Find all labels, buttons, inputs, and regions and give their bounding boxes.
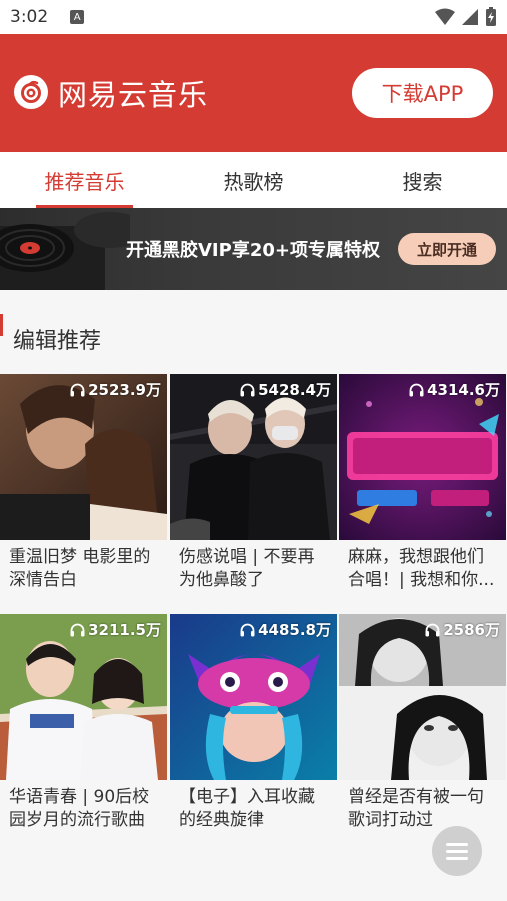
headphones-icon bbox=[240, 623, 255, 636]
playlist-title[interactable]: 麻麻，我想跟他们合唱！| 我想和你... bbox=[339, 546, 506, 592]
status-time: 3:02 bbox=[10, 7, 49, 27]
play-count-value: 4485.8万 bbox=[258, 621, 331, 639]
battery-icon bbox=[486, 7, 496, 26]
tab-hot-songs[interactable]: 热歌榜 bbox=[169, 152, 338, 208]
status-icons bbox=[435, 7, 497, 27]
playlist-title[interactable]: 重温旧梦 电影里的深情告白 bbox=[0, 546, 167, 592]
app-header: 网易云音乐 下载APP bbox=[0, 34, 507, 152]
tab-bar: 推荐音乐 热歌榜 搜索 bbox=[0, 152, 507, 208]
notification-icon: A bbox=[70, 10, 85, 24]
play-count: 2586万 bbox=[425, 619, 500, 640]
playlist-title[interactable]: 曾经是否有被一句歌词打动过 bbox=[339, 786, 506, 832]
tab-recommended-music[interactable]: 推荐音乐 bbox=[0, 152, 169, 208]
playlist-card[interactable]: 4485.8万 【电子】入耳收藏的经典旋律 bbox=[170, 614, 337, 832]
playlist-card[interactable]: 5428.4万 伤感说唱 | 不要再为他鼻酸了 bbox=[170, 374, 337, 592]
vip-open-button[interactable]: 立即开通 bbox=[398, 233, 496, 265]
play-count: 3211.5万 bbox=[70, 619, 161, 640]
playlist-title[interactable]: 【电子】入耳收藏的经典旋律 bbox=[170, 786, 337, 832]
section-title: 编辑推荐 bbox=[13, 329, 102, 354]
wifi-icon bbox=[435, 8, 455, 25]
playlist-cover-image[interactable]: 3211.5万 bbox=[0, 614, 167, 780]
headphones-icon bbox=[240, 383, 255, 396]
menu-icon-line bbox=[446, 856, 468, 860]
playlist-cover-image[interactable]: 2586万 bbox=[339, 614, 506, 780]
play-count: 2523.9万 bbox=[70, 379, 161, 400]
download-app-button[interactable]: 下载APP bbox=[352, 68, 493, 118]
headphones-icon bbox=[70, 623, 85, 636]
app-root: 3:02 A 网易云音乐 下载APP 推荐音乐 热歌榜 搜索 开通黑胶VIP享2… bbox=[0, 0, 507, 901]
play-count: 4485.8万 bbox=[240, 619, 331, 640]
playlist-cover-image[interactable]: 4314.6万 bbox=[339, 374, 506, 540]
playlist-cover-image[interactable]: 4485.8万 bbox=[170, 614, 337, 780]
play-count: 5428.4万 bbox=[240, 379, 331, 400]
headphones-icon bbox=[70, 383, 85, 396]
play-count-value: 2586万 bbox=[443, 621, 500, 639]
play-count-value: 2523.9万 bbox=[88, 381, 161, 399]
playlist-cover-image[interactable]: 2523.9万 bbox=[0, 374, 167, 540]
playlist-card[interactable]: 3211.5万 华语青春 | 90后校园岁月的流行歌曲 bbox=[0, 614, 167, 832]
section-accent-bar bbox=[0, 314, 3, 336]
play-count: 4314.6万 bbox=[409, 379, 500, 400]
netease-music-logo-icon[interactable] bbox=[14, 75, 48, 109]
brand-name: 网易云音乐 bbox=[58, 78, 209, 112]
vip-promo-text: 开通黑胶VIP享20+项专属特权 bbox=[126, 240, 380, 261]
playlist-card[interactable]: 4314.6万 麻麻，我想跟他们合唱！| 我想和你... bbox=[339, 374, 506, 592]
menu-icon-line bbox=[446, 849, 468, 853]
playlist-title[interactable]: 伤感说唱 | 不要再为他鼻酸了 bbox=[170, 546, 337, 592]
playlist-cover-image[interactable]: 5428.4万 bbox=[170, 374, 337, 540]
signal-icon bbox=[462, 9, 478, 25]
menu-icon-line bbox=[446, 842, 468, 846]
tab-search[interactable]: 搜索 bbox=[338, 152, 507, 208]
play-count-value: 4314.6万 bbox=[427, 381, 500, 399]
headphones-icon bbox=[409, 383, 424, 396]
menu-fab-button[interactable] bbox=[432, 826, 482, 876]
vinyl-record-icon bbox=[0, 212, 130, 290]
play-count-value: 5428.4万 bbox=[258, 381, 331, 399]
playlist-title[interactable]: 华语青春 | 90后校园岁月的流行歌曲 bbox=[0, 786, 167, 832]
playlist-card[interactable]: 2586万 曾经是否有被一句歌词打动过 bbox=[339, 614, 506, 832]
status-bar: 3:02 A bbox=[0, 0, 507, 34]
play-count-value: 3211.5万 bbox=[88, 621, 161, 639]
headphones-icon bbox=[425, 623, 440, 636]
vip-banner[interactable]: 开通黑胶VIP享20+项专属特权 立即开通 bbox=[0, 208, 507, 290]
playlist-card[interactable]: 2523.9万 重温旧梦 电影里的深情告白 bbox=[0, 374, 167, 592]
